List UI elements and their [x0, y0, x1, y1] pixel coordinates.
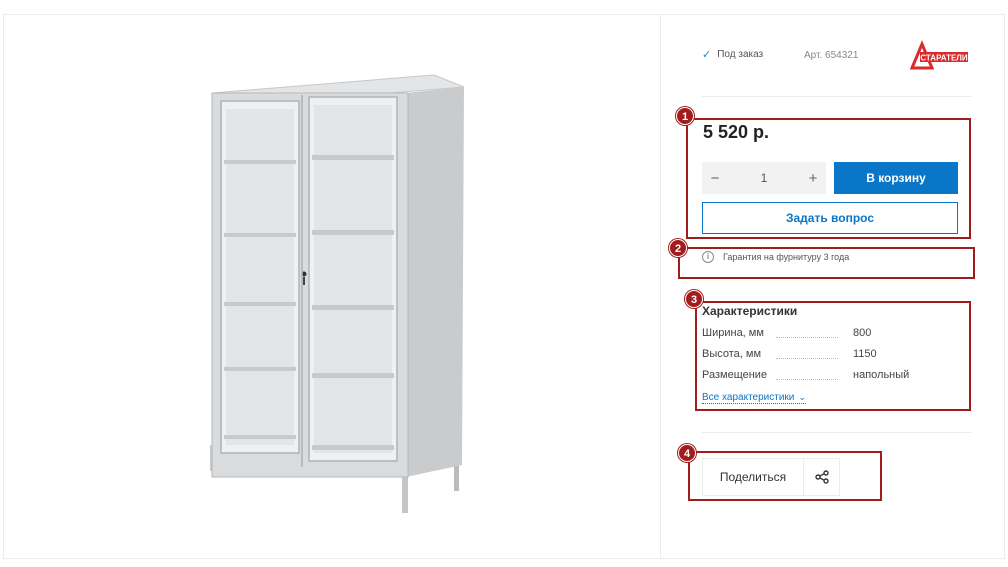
plus-icon[interactable]: +	[800, 170, 826, 187]
annotation-marker-1: 1	[676, 107, 694, 125]
annotation-marker-3: 3	[685, 290, 703, 308]
share-icon[interactable]	[804, 459, 839, 495]
quantity-value[interactable]: 1	[751, 171, 777, 185]
spec-leader	[776, 337, 838, 338]
share-control: Поделиться	[702, 458, 840, 496]
specs-title: Характеристики	[702, 304, 798, 318]
availability-status: ✓ Под заказ	[702, 48, 763, 61]
add-to-cart-button[interactable]: В корзину	[834, 162, 958, 194]
spec-label: Высота, мм	[702, 348, 762, 360]
spec-row: Ширина, мм 800	[702, 327, 962, 341]
annotation-marker-2: 2	[669, 239, 687, 257]
spec-value: напольный	[853, 369, 910, 381]
brand-logo[interactable]: СТАРАТЕЛИ	[909, 40, 970, 77]
spec-row: Размещение напольный	[702, 369, 962, 383]
divider-top	[702, 96, 972, 97]
quantity-stepper[interactable]: − 1 +	[702, 162, 826, 194]
info-icon: i	[702, 251, 714, 263]
warranty-text: Гарантия на фурнитуру 3 года	[723, 252, 850, 262]
annotation-marker-4: 4	[678, 444, 696, 462]
column-divider	[660, 14, 661, 559]
product-image[interactable]	[4, 15, 659, 557]
brand-logo-text: СТАРАТЕЛИ	[920, 54, 968, 63]
availability-label: Под заказ	[717, 49, 764, 60]
spec-leader	[776, 358, 838, 359]
spec-label: Размещение	[702, 369, 768, 381]
warranty-note: i Гарантия на фурнитуру 3 года	[702, 251, 849, 263]
article-number: Арт. 654321	[804, 50, 859, 61]
divider-bottom	[702, 432, 972, 433]
spec-row: Высота, мм 1150	[702, 348, 962, 362]
all-specs-link[interactable]: Все характеристики ⌄	[702, 392, 806, 404]
share-button[interactable]: Поделиться	[703, 459, 804, 495]
all-specs-label[interactable]: Все характеристики	[702, 392, 794, 403]
spec-value: 800	[853, 327, 872, 339]
cabinet-image	[210, 74, 465, 513]
chevron-down-icon: ⌄	[798, 392, 806, 402]
spec-leader	[776, 379, 838, 380]
check-icon: ✓	[702, 49, 712, 61]
product-price: 5 520 р.	[703, 122, 770, 142]
minus-icon[interactable]: −	[702, 170, 728, 187]
spec-label: Ширина, мм	[702, 327, 764, 339]
ask-question-button[interactable]: Задать вопрос	[702, 202, 958, 234]
spec-value: 1150	[853, 348, 877, 360]
